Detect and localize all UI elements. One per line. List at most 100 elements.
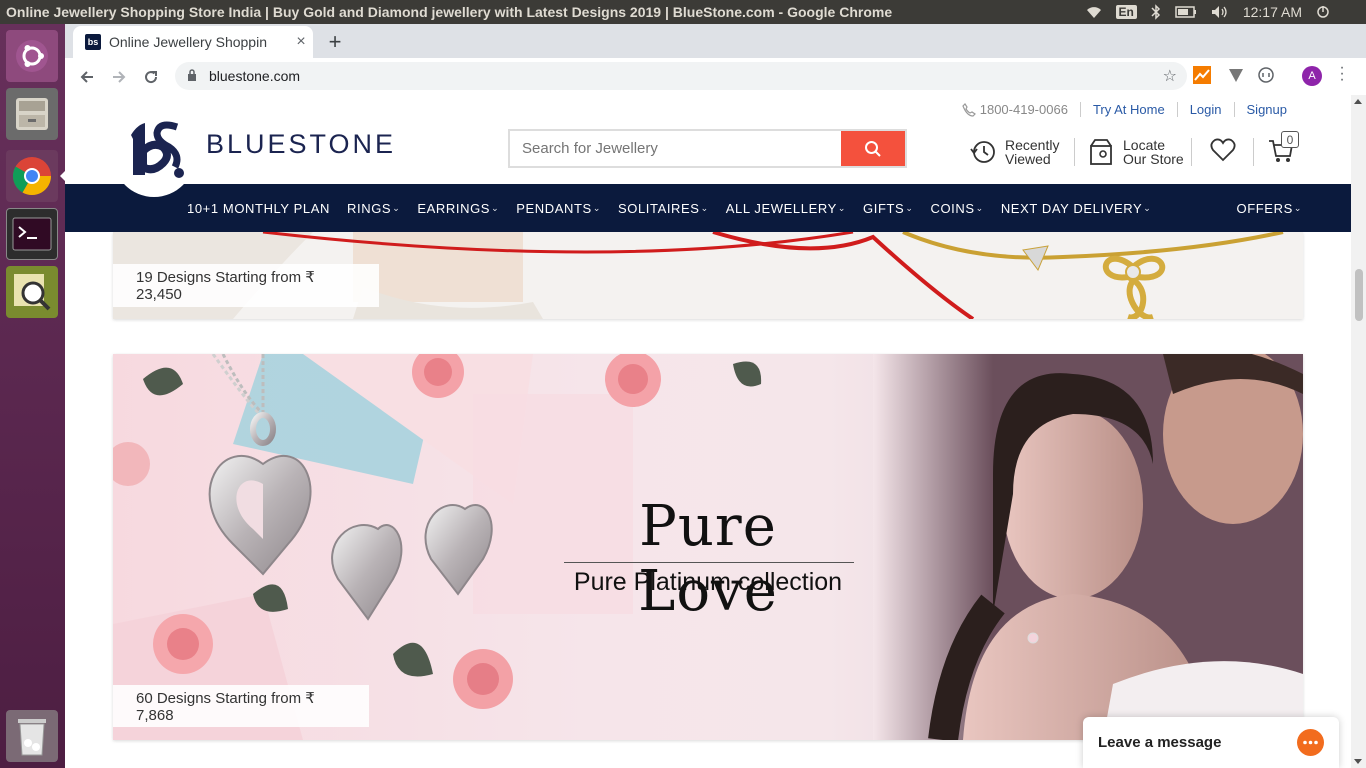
nav-item-rings[interactable]: RINGS ⌄ (347, 201, 400, 216)
tab-title: Online Jewellery Shoppin (109, 34, 267, 50)
nav-item-all-jewellery[interactable]: ALL JEWELLERY ⌄ (726, 201, 846, 216)
customer-phone[interactable]: 1800-419-0066 (962, 102, 1080, 117)
terminal-launcher[interactable] (6, 208, 58, 260)
vpn-extension-icon[interactable] (1227, 66, 1247, 86)
system-menu-icon[interactable] (1316, 5, 1330, 19)
banner-caption: 19 Designs Starting from ₹ 23,450 (113, 264, 379, 307)
bluetooth-icon[interactable] (1151, 4, 1161, 20)
nav-item-label: PENDANTS (516, 200, 592, 216)
locate-store-button[interactable]: Locate Our Store (1089, 138, 1184, 166)
trash-icon (18, 719, 46, 756)
scrollbar-thumb[interactable] (1355, 269, 1363, 321)
header-divider (1253, 138, 1254, 166)
bookmark-star-icon[interactable]: ☆ (1163, 66, 1177, 86)
recently-viewed-button[interactable]: Recently Viewed (969, 138, 1059, 166)
volume-icon[interactable] (1211, 5, 1229, 19)
nav-item-gifts[interactable]: GIFTS ⌄ (863, 201, 913, 216)
chevron-down-icon: ⌄ (491, 202, 500, 213)
nav-item-pendants[interactable]: PENDANTS ⌄ (516, 201, 601, 216)
nav-item-offers[interactable]: OFFERS ⌄ (1237, 201, 1302, 216)
site-logo[interactable] (113, 105, 195, 197)
search-input[interactable] (510, 131, 841, 166)
browser-tab[interactable]: bs Online Jewellery Shoppin × (73, 26, 313, 58)
new-tab-button[interactable]: + (323, 29, 347, 55)
image-viewer-launcher[interactable] (6, 266, 58, 318)
file-cabinet-icon (16, 98, 48, 130)
nav-item-10-1-monthly-plan[interactable]: 10+1 MONTHLY PLAN (187, 201, 330, 216)
lock-icon[interactable] (187, 68, 197, 84)
system-tray: En 12:17 AM (1086, 4, 1366, 20)
heart-icon (1210, 138, 1236, 162)
files-launcher[interactable] (6, 88, 58, 140)
locate-store-label-line2: Our Store (1123, 151, 1184, 167)
scroll-down-arrow-icon[interactable] (1354, 759, 1362, 764)
banner-caption: 60 Designs Starting from ₹ 7,868 (113, 685, 369, 727)
chat-widget[interactable]: Leave a message (1083, 717, 1339, 768)
wishlist-button[interactable] (1210, 138, 1236, 162)
search-button[interactable] (841, 131, 905, 166)
title-divider (564, 562, 854, 563)
nav-item-solitaires[interactable]: SOLITAIRES ⌄ (618, 201, 709, 216)
back-button[interactable] (71, 61, 103, 93)
nav-item-earrings[interactable]: EARRINGS ⌄ (417, 201, 499, 216)
launcher (0, 24, 65, 768)
nav-item-label: RINGS (347, 200, 392, 216)
chevron-down-icon: ⌄ (905, 202, 914, 213)
trash-launcher[interactable] (6, 710, 58, 762)
try-at-home-link[interactable]: Try At Home (1079, 102, 1177, 117)
nav-item-label: EARRINGS (417, 200, 491, 216)
chevron-down-icon: ⌄ (1143, 202, 1152, 213)
scroll-up-arrow-icon[interactable] (1354, 99, 1362, 104)
logo-wordmark[interactable]: BLUESTONE (206, 129, 396, 160)
wifi-icon[interactable] (1086, 5, 1102, 19)
window-title: Online Jewellery Shopping Store India | … (6, 4, 893, 20)
chevron-down-icon: ⌄ (700, 202, 709, 213)
nav-item-label: OFFERS (1236, 200, 1293, 216)
analytics-extension-icon[interactable] (1193, 66, 1213, 86)
nav-item-next-day-delivery[interactable]: NEXT DAY DELIVERY ⌄ (1001, 201, 1152, 216)
cart-count-badge: 0 (1281, 131, 1299, 148)
promo-banner-pure-love[interactable]: Pure Love Pure Platinum collection 60 De… (113, 354, 1303, 740)
header-divider (1191, 138, 1192, 166)
nav-item-label: GIFTS (863, 200, 905, 216)
reload-button[interactable] (135, 61, 167, 93)
header-divider (1074, 138, 1075, 166)
bluestone-monogram-icon (131, 121, 184, 178)
login-link[interactable]: Login (1176, 102, 1234, 117)
magnifier-image-icon (14, 274, 51, 311)
browser-menu-icon[interactable]: · · · (1337, 60, 1347, 88)
browser-toolbar: bluestone.com ☆ A · · · (65, 58, 1366, 95)
chat-label: Leave a message (1098, 734, 1222, 751)
tab-close-icon[interactable]: × (289, 33, 313, 51)
search-bar (508, 129, 907, 168)
page-viewport: 19 Designs Starting from ₹ 23,450 Pure L… (65, 95, 1366, 768)
nav-item-label: NEXT DAY DELIVERY (1000, 200, 1143, 216)
chrome-icon (12, 157, 52, 196)
browser-window: bs Online Jewellery Shoppin × + blueston… (65, 24, 1366, 95)
address-bar[interactable]: bluestone.com ☆ (175, 62, 1187, 90)
chevron-down-icon: ⌄ (837, 202, 847, 213)
forward-button[interactable] (103, 61, 135, 93)
main-navigation: 10+1 MONTHLY PLAN RINGS ⌄ EARRINGS ⌄ PENDANTS… (65, 184, 1351, 232)
search-icon (865, 140, 881, 157)
nav-item-coins[interactable]: COINS ⌄ (930, 201, 983, 216)
page-scrollbar[interactable] (1351, 95, 1366, 768)
nav-item-label: 10+1 MONTHLY PLAN (187, 200, 331, 216)
os-top-bar: Online Jewellery Shopping Store India | … (0, 0, 1366, 24)
clock[interactable]: 12:17 AM (1243, 4, 1302, 20)
chrome-launcher[interactable] (6, 150, 58, 202)
keyboard-language-indicator[interactable]: En (1115, 5, 1137, 19)
nav-item-label: ALL JEWELLERY (725, 200, 837, 216)
chat-bubble-icon[interactable] (1297, 729, 1324, 756)
battery-icon[interactable] (1175, 6, 1197, 18)
site-header: 1800-419-0066 Try At Home Login Signup B… (65, 95, 1351, 197)
extension-icon[interactable] (1257, 66, 1277, 86)
promo-banner-bracelet[interactable]: 19 Designs Starting from ₹ 23,450 (113, 232, 1303, 319)
profile-avatar[interactable]: A (1302, 66, 1322, 86)
signup-link[interactable]: Signup (1233, 102, 1299, 117)
ubuntu-dash-button[interactable] (6, 30, 58, 82)
locate-store-label-line1: Locate (1123, 137, 1166, 153)
phone-number: 1800-419-0066 (979, 102, 1068, 117)
ubuntu-logo-icon (16, 40, 48, 72)
forward-arrow-icon (113, 70, 126, 83)
